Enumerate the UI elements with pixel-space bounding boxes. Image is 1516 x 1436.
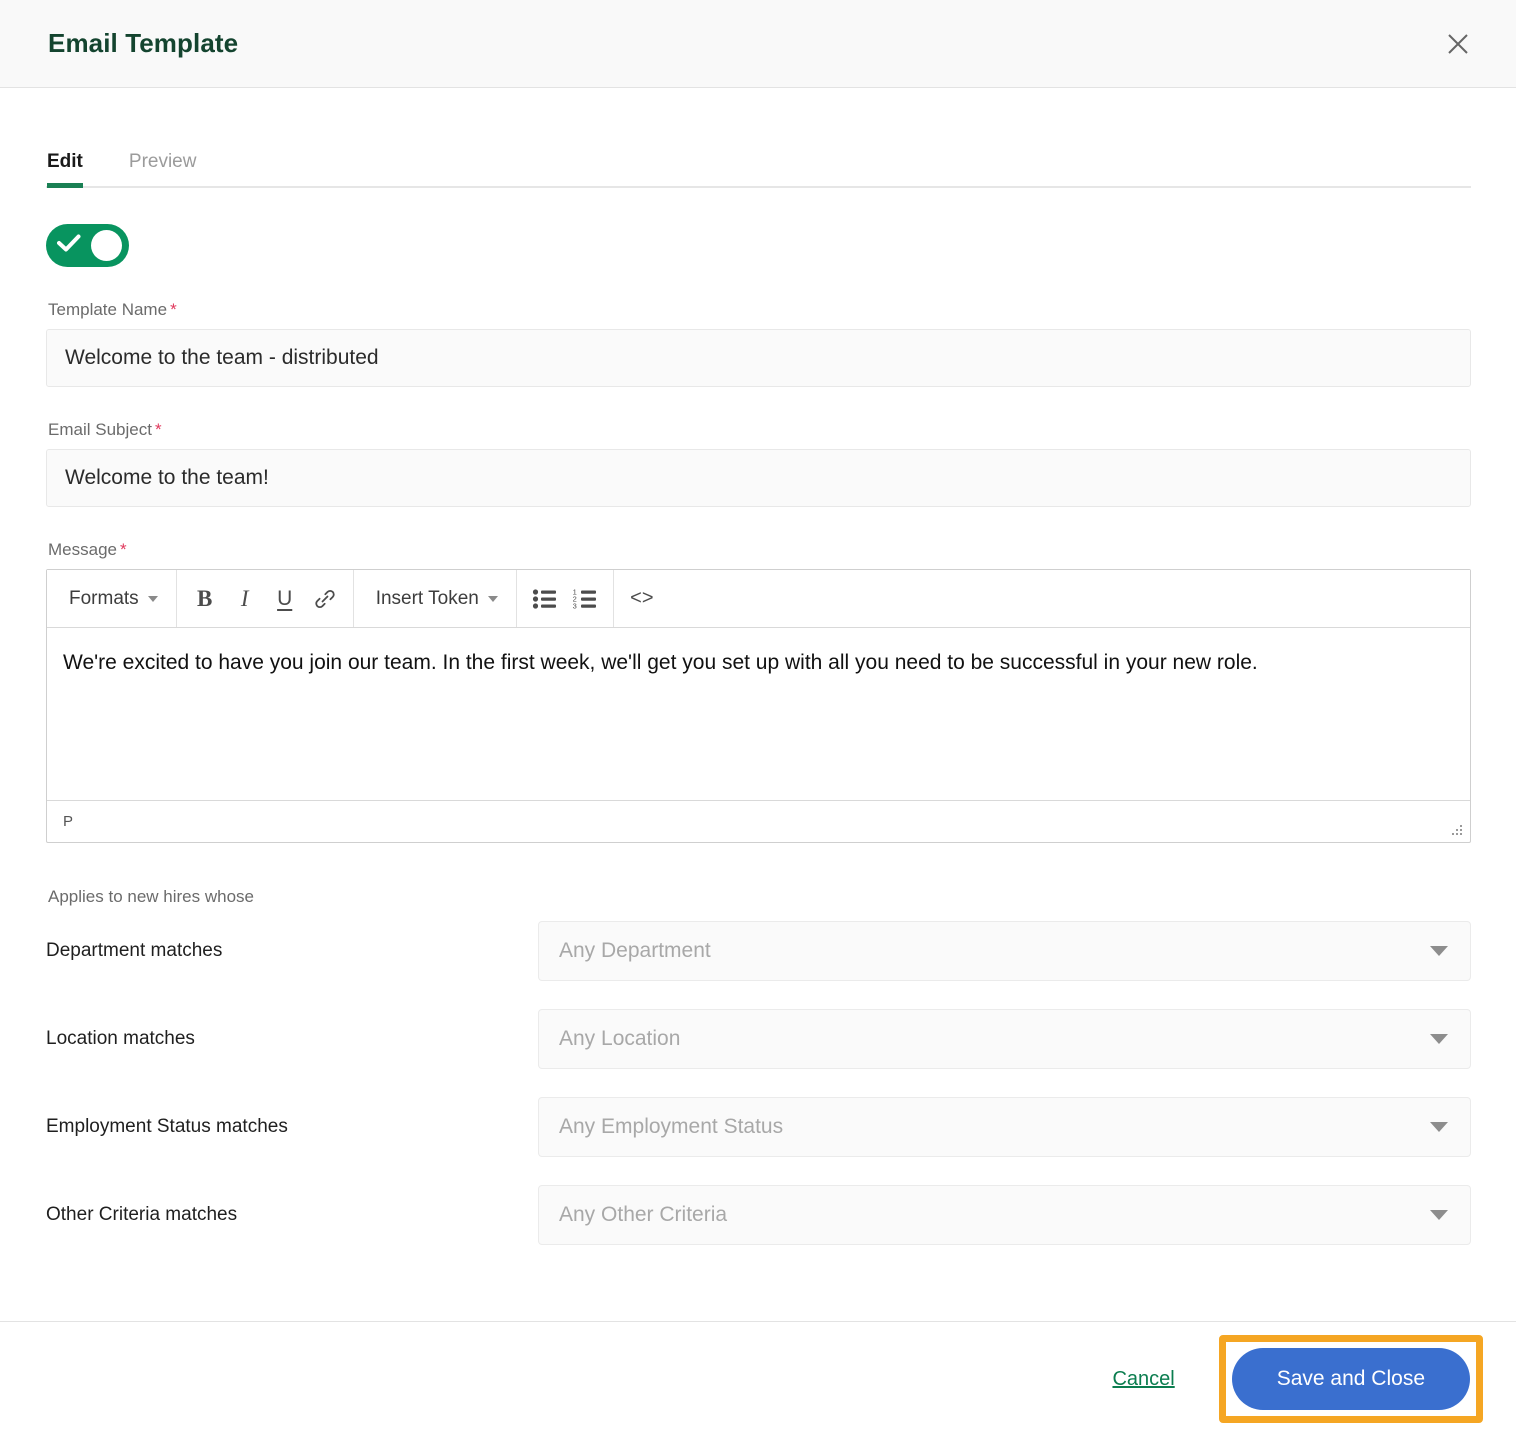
template-name-label-text: Template Name — [48, 300, 168, 319]
criteria-row-other-criteria: Other Criteria matches Any Other Criteri… — [46, 1171, 1471, 1259]
criteria-row-employment-status: Employment Status matches Any Employment… — [46, 1083, 1471, 1171]
modal-body: Edit Preview Template Name * Welcome to t… — [0, 88, 1516, 1321]
cancel-button[interactable]: Cancel — [1112, 1368, 1174, 1391]
tab-preview[interactable]: Preview — [129, 151, 197, 186]
criteria-row-location: Location matches Any Location — [46, 995, 1471, 1083]
insert-token-dropdown-label: Insert Token — [375, 587, 479, 609]
chevron-down-icon — [1430, 1034, 1448, 1044]
chevron-down-icon — [1430, 946, 1448, 956]
tab-edit[interactable]: Edit — [47, 151, 83, 188]
employment-status-select[interactable]: Any Employment Status — [538, 1097, 1471, 1157]
checkmark-icon — [57, 233, 81, 258]
message-body-input[interactable]: We're excited to have you join our team.… — [47, 628, 1470, 800]
department-select[interactable]: Any Department — [538, 921, 1471, 981]
message-label-text: Message — [48, 540, 117, 559]
required-marker: * — [154, 420, 162, 439]
department-select-value: Any Department — [559, 939, 711, 962]
template-name-label: Template Name * — [48, 300, 1471, 320]
chevron-down-icon — [1430, 1210, 1448, 1220]
toolbar-group-inline: B I U — [177, 570, 354, 627]
page-title: Email Template — [48, 28, 239, 58]
save-and-close-button[interactable]: Save and Close — [1231, 1348, 1470, 1410]
close-icon[interactable] — [1438, 24, 1478, 64]
svg-text:3: 3 — [572, 601, 576, 609]
criteria-heading: Applies to new hires whose — [48, 887, 255, 906]
editor-status-bar: P — [47, 800, 1470, 842]
message-label: Message * — [48, 540, 1471, 560]
chevron-down-icon — [1430, 1122, 1448, 1132]
toolbar-group-source: <> — [614, 570, 670, 627]
numbered-list-icon[interactable]: 1 2 3 — [565, 579, 605, 619]
toggle-knob — [91, 230, 122, 261]
tab-bar: Edit Preview — [46, 136, 1471, 188]
criteria-row-department: Department matches Any Department — [46, 907, 1471, 995]
italic-button[interactable]: I — [225, 579, 265, 619]
rich-text-editor: Formats B I U Insert Token 1 2 3 <> We'r… — [46, 569, 1471, 843]
employment-status-matches-label: Employment Status matches — [46, 1116, 288, 1137]
modal-header: Email Template — [0, 0, 1516, 88]
template-enabled-toggle[interactable] — [46, 224, 129, 267]
source-code-button[interactable]: <> — [622, 579, 662, 619]
location-select[interactable]: Any Location — [538, 1009, 1471, 1069]
bullet-list-icon[interactable] — [525, 579, 565, 619]
department-matches-label: Department matches — [46, 940, 223, 961]
email-template-modal: Email Template Edit Preview Template Nam… — [0, 0, 1516, 1436]
other-criteria-matches-label: Other Criteria matches — [46, 1204, 238, 1225]
link-icon[interactable] — [305, 579, 345, 619]
editor-toolbar: Formats B I U Insert Token 1 2 3 <> — [47, 570, 1470, 628]
toolbar-group-formats: Formats — [47, 570, 177, 627]
chevron-down-icon — [147, 595, 158, 602]
required-marker: * — [119, 540, 127, 559]
template-name-input[interactable]: Welcome to the team - distributed — [46, 329, 1471, 387]
location-select-value: Any Location — [559, 1027, 681, 1050]
modal-footer: Cancel Save and Close — [0, 1321, 1516, 1436]
formats-dropdown[interactable]: Formats — [55, 579, 168, 619]
location-matches-label: Location matches — [46, 1028, 195, 1049]
employment-status-select-value: Any Employment Status — [559, 1115, 784, 1138]
email-subject-label-text: Email Subject — [48, 420, 152, 439]
save-button-highlight: Save and Close — [1218, 1335, 1483, 1423]
email-subject-label: Email Subject * — [48, 420, 1471, 440]
toolbar-group-token: Insert Token — [354, 570, 517, 627]
email-subject-input[interactable]: Welcome to the team! — [46, 449, 1471, 507]
other-criteria-select-value: Any Other Criteria — [559, 1203, 728, 1226]
underline-button[interactable]: U — [265, 579, 305, 619]
toolbar-group-lists: 1 2 3 — [517, 570, 614, 627]
chevron-down-icon — [487, 595, 498, 602]
toggle-row — [46, 224, 1471, 267]
required-marker: * — [170, 300, 177, 319]
bold-button[interactable]: B — [185, 579, 225, 619]
element-path: P — [63, 813, 74, 830]
formats-dropdown-label: Formats — [69, 587, 139, 609]
other-criteria-select[interactable]: Any Other Criteria — [538, 1185, 1471, 1245]
resize-handle[interactable] — [1448, 821, 1464, 837]
insert-token-dropdown[interactable]: Insert Token — [362, 579, 508, 619]
